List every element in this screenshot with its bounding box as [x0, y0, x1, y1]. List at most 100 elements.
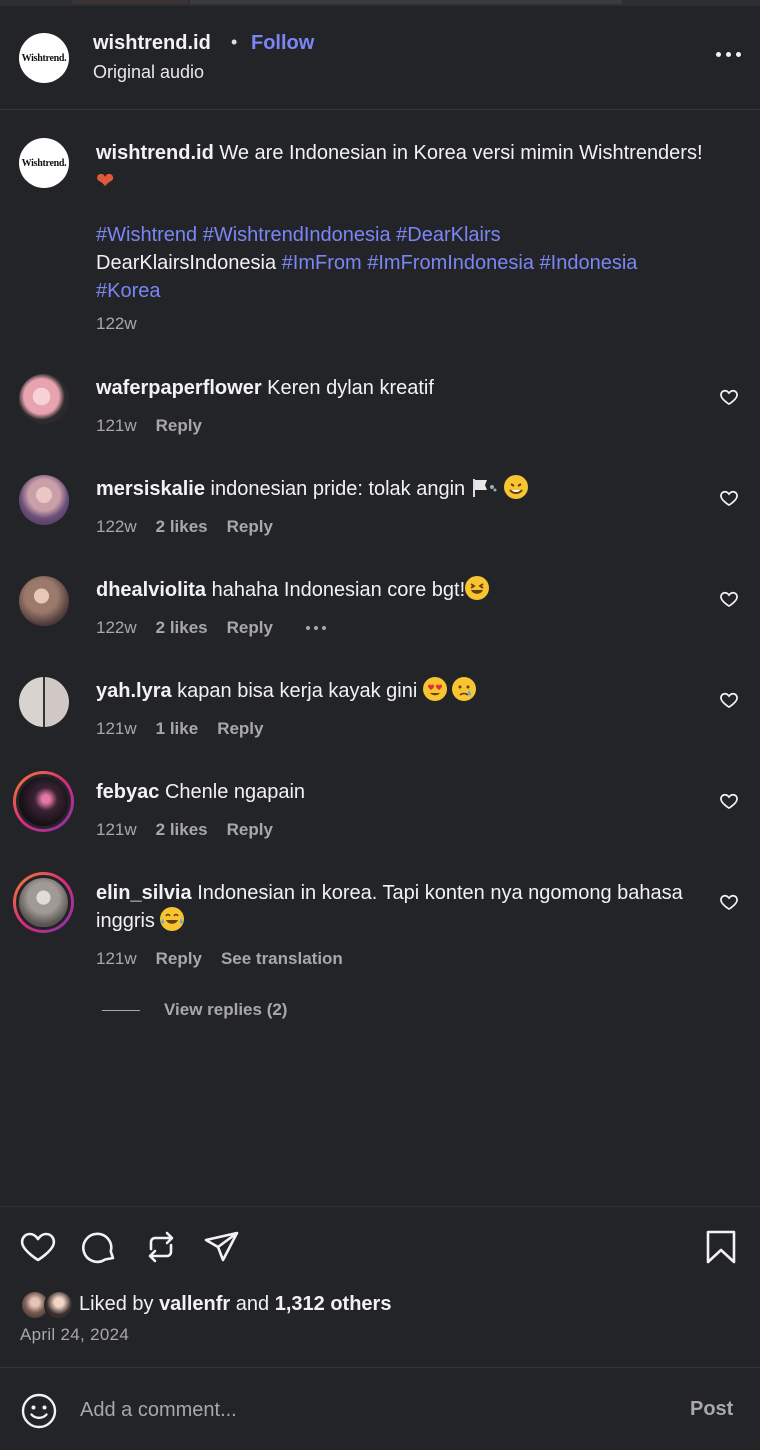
comment-text: yah.lyra kapan bisa kerja kayak gini: [96, 677, 696, 705]
hashtag-link[interactable]: #ImFromIndonesia: [367, 252, 534, 274]
heart-eyes-emoji-icon: [422, 677, 447, 701]
reply-button[interactable]: Reply: [227, 517, 273, 537]
liked-by-avatars[interactable]: [20, 1290, 76, 1320]
caption-hashtags: #Wishtrend #WishtrendIndonesia #DearKlai…: [96, 221, 726, 305]
header-username[interactable]: wishtrend.id: [93, 32, 211, 55]
comment-time[interactable]: 121w: [96, 719, 137, 739]
comment-options-icon[interactable]: [305, 626, 326, 630]
comment-meta: 121w Reply: [96, 416, 202, 436]
comment-text: dhealviolita hahaha Indonesian core bgt!: [96, 576, 696, 604]
see-translation-button[interactable]: See translation: [221, 949, 343, 969]
comment-likes[interactable]: 2 likes: [156, 820, 208, 840]
comment-body: Keren dylan kreatif: [267, 377, 434, 399]
comment-time[interactable]: 122w: [96, 618, 137, 638]
share-send-icon[interactable]: [202, 1227, 242, 1267]
comment-likes[interactable]: 2 likes: [156, 517, 208, 537]
comment-username[interactable]: waferpaperflower: [96, 377, 262, 399]
hashtag-link[interactable]: #Indonesia: [540, 252, 638, 274]
commenter-avatar-story-ring[interactable]: [13, 771, 74, 832]
post-header: Wishtrend. wishtrend.id • Follow Origina…: [0, 6, 760, 110]
caption-timestamp[interactable]: 122w: [96, 314, 137, 334]
comment-input[interactable]: [80, 1394, 660, 1426]
comment-body: Chenle ngapain: [164, 781, 306, 803]
reply-button[interactable]: Reply: [227, 820, 273, 840]
laughing-emoji-icon: [465, 576, 490, 600]
like-comment-heart-icon[interactable]: [719, 387, 739, 407]
comment-time[interactable]: 121w: [96, 820, 137, 840]
commenter-avatar[interactable]: [19, 475, 69, 525]
like-comment-heart-icon[interactable]: [719, 892, 739, 912]
comment-username[interactable]: dhealviolita: [96, 579, 206, 601]
like-comment-heart-icon[interactable]: [719, 589, 739, 609]
liker-avatar[interactable]: [44, 1290, 74, 1320]
reply-button[interactable]: Reply: [156, 416, 202, 436]
liked-by-prefix: Liked by: [79, 1293, 154, 1315]
reply-button[interactable]: Reply: [227, 618, 273, 638]
comment-username[interactable]: elin_silvia: [96, 882, 192, 904]
commenter-avatar-story-ring[interactable]: [13, 872, 74, 933]
commenter-avatar[interactable]: [19, 374, 69, 424]
comment-meta: 121w 2 likes Reply: [96, 820, 273, 840]
comment-text: mersiskalie indonesian pride: tolak angi…: [96, 475, 696, 503]
caption-text: wishtrend.id We are Indonesian in Korea …: [96, 139, 716, 196]
hashtag-link[interactable]: #DearKlairs: [396, 224, 500, 246]
like-heart-icon[interactable]: [18, 1227, 58, 1267]
crying-emoji-icon: [452, 677, 477, 701]
comment-text: febyac Chenle ngapain: [96, 778, 696, 806]
comment-body: hahaha Indonesian core bgt!: [211, 579, 466, 601]
comment-text: elin_silvia Indonesian in korea. Tapi ko…: [96, 879, 696, 935]
comment-meta: 122w 2 likes Reply: [96, 618, 326, 638]
account-avatar[interactable]: Wishtrend.: [19, 33, 69, 83]
caption-avatar[interactable]: Wishtrend.: [19, 138, 69, 188]
comment-meta: 122w 2 likes Reply: [96, 517, 273, 537]
reply-button[interactable]: Reply: [156, 949, 202, 969]
likes-count-link[interactable]: 1,312 others: [275, 1293, 392, 1315]
view-replies-button[interactable]: View replies (2): [102, 1000, 287, 1020]
comment-likes[interactable]: 2 likes: [156, 618, 208, 638]
post-date[interactable]: April 24, 2024: [20, 1325, 129, 1345]
post-button[interactable]: Post: [690, 1398, 733, 1421]
comment-username[interactable]: yah.lyra: [96, 680, 172, 702]
comment-time[interactable]: 122w: [96, 517, 137, 537]
hashtag-link[interactable]: #Wishtrend: [96, 224, 197, 246]
follow-button[interactable]: Follow: [251, 32, 314, 55]
more-options-icon[interactable]: [712, 42, 746, 66]
commenter-avatar[interactable]: [19, 576, 69, 626]
view-replies-label: View replies (2): [164, 1000, 288, 1019]
comment-composer: Post: [0, 1367, 760, 1450]
comment-meta: 121w Reply See translation: [96, 949, 343, 969]
liked-by-text: Liked by vallenfr and 1,312 others: [79, 1293, 391, 1316]
repost-icon[interactable]: [141, 1227, 181, 1267]
comment-body: kapan bisa kerja kayak gini: [177, 680, 418, 702]
hashtag-link[interactable]: #ImFrom: [282, 252, 362, 274]
comment-text: waferpaperflower Keren dylan kreatif: [96, 374, 696, 402]
liked-by-and: and: [235, 1293, 270, 1315]
heart-emoji-icon: ❤: [96, 168, 115, 193]
like-comment-heart-icon[interactable]: [719, 690, 739, 710]
save-bookmark-icon[interactable]: [701, 1227, 741, 1267]
comment-time[interactable]: 121w: [96, 949, 137, 969]
liker-username[interactable]: vallenfr: [159, 1293, 230, 1315]
comment-username[interactable]: mersiskalie: [96, 478, 205, 500]
comment-time[interactable]: 121w: [96, 416, 137, 436]
commenter-avatar[interactable]: [19, 677, 69, 727]
emoji-picker-icon[interactable]: [20, 1392, 58, 1430]
like-comment-heart-icon[interactable]: [719, 791, 739, 811]
reply-button[interactable]: Reply: [217, 719, 263, 739]
original-audio-link[interactable]: Original audio: [93, 62, 204, 83]
comment-meta: 121w 1 like Reply: [96, 719, 263, 739]
comment-body: indonesian pride: tolak angin: [210, 478, 466, 500]
rofl-emoji-icon: [504, 475, 529, 499]
hashtag-link[interactable]: #WishtrendIndonesia: [203, 224, 391, 246]
caption-username[interactable]: wishtrend.id: [96, 142, 214, 164]
caption-plain-word: DearKlairsIndonesia: [96, 252, 277, 274]
hashtag-link[interactable]: #Korea: [96, 280, 161, 302]
comment-username[interactable]: febyac: [96, 781, 159, 803]
comment-bubble-icon[interactable]: [80, 1227, 120, 1267]
logo-text: Wishtrend.: [21, 157, 67, 169]
like-comment-heart-icon[interactable]: [719, 488, 739, 508]
separator-dot: •: [231, 32, 238, 52]
comment-likes[interactable]: 1 like: [156, 719, 199, 739]
wind-emoji-icon: [471, 477, 499, 499]
tears-of-joy-emoji-icon: [160, 907, 185, 931]
